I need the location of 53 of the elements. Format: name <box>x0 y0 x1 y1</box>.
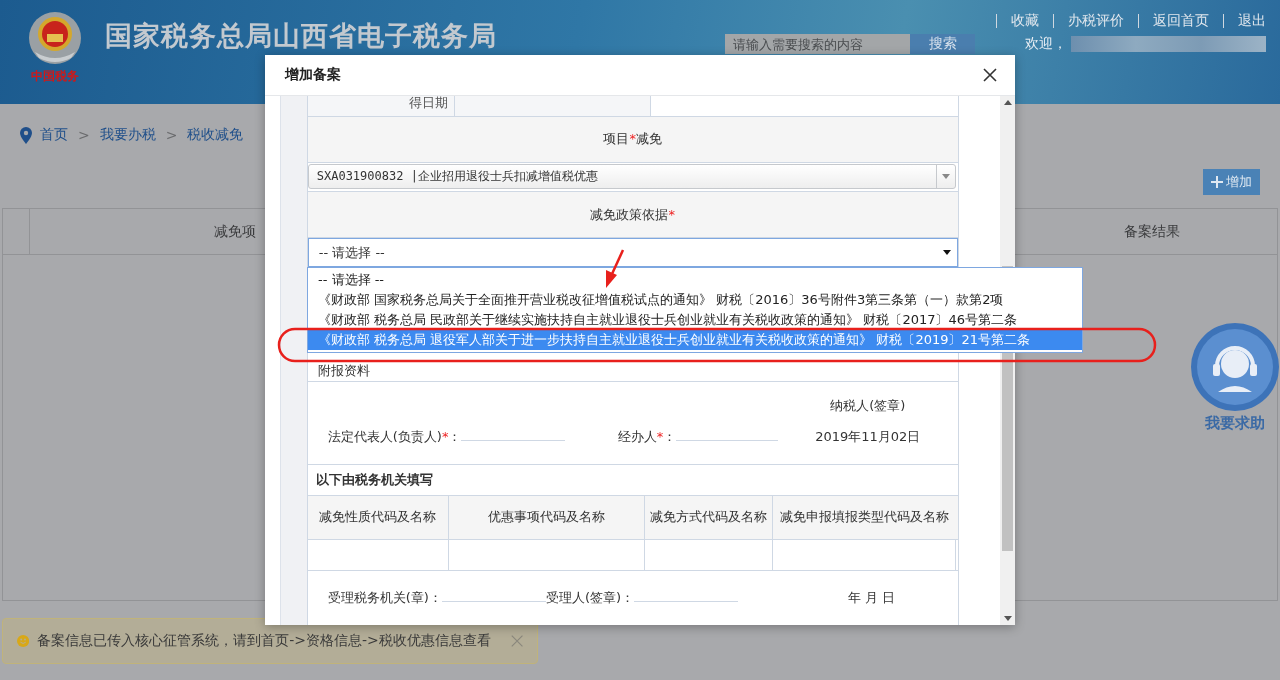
field-label: 附报资料 <box>317 361 370 380</box>
close-button[interactable] <box>981 66 999 84</box>
field-label: 受理税务机关(章)： <box>327 589 442 608</box>
date-text: 2019年11月02日 <box>814 428 922 447</box>
breadcrumb-separator: > <box>78 127 90 143</box>
field-label: 经办人*： <box>617 428 677 447</box>
form-section-header: 项目*减免 <box>307 116 958 163</box>
location-pin-icon <box>20 126 32 144</box>
search-field[interactable]: 请输入需要搜索的内容 <box>725 34 910 54</box>
field-label: 受理人(签章)： <box>545 589 635 608</box>
form-section-header: 减免政策依据* <box>307 192 958 239</box>
section-title: 以下由税务机关填写 <box>315 471 433 489</box>
welcome-text: 欢迎， <box>1025 35 1067 53</box>
column-header: 减免方式代码及名称 <box>644 495 773 539</box>
dialog-title: 增加备案 <box>285 66 341 84</box>
scroll-up-icon[interactable] <box>1003 100 1012 105</box>
header-link[interactable]: 退出 <box>1238 12 1266 30</box>
column-header: 备案结果 <box>1123 222 1181 241</box>
caret-icon <box>942 250 951 256</box>
header-link[interactable]: 收藏 <box>1011 12 1039 30</box>
header-link[interactable]: 返回首页 <box>1153 12 1209 30</box>
caret-icon <box>941 174 950 180</box>
plus-icon <box>1211 176 1223 188</box>
dropdown-option[interactable]: -- 请选择 -- <box>308 270 1082 290</box>
field-label: 得日期 <box>307 96 455 116</box>
date-text: 年 月 日 <box>848 589 896 608</box>
annotation-arrow <box>606 249 625 288</box>
site-title: 国家税务总局山西省电子税务局 <box>105 20 497 52</box>
search-button[interactable]: 搜索 <box>910 34 975 54</box>
breadcrumb-link[interactable]: 税收减免 <box>187 126 244 144</box>
column-header: 减免申报填报类型代码及名称 <box>778 508 950 527</box>
smiley-icon <box>17 633 30 649</box>
emblem-caption: 中国税务 <box>31 68 79 85</box>
seal-label: 纳税人(签章) <box>829 397 907 416</box>
dropdown-option[interactable]: 《财政部 税务总局 民政部关于继续实施扶持自主就业退役士兵创业就业有关税收政策的通知》 财税〔2017〕46号第二条 <box>308 310 1082 330</box>
help-label[interactable]: 我要求助 <box>1205 414 1265 433</box>
headset-agent-icon[interactable] <box>1190 322 1280 412</box>
dropdown-option[interactable]: 《财政部 国家税务总局关于全面推开营业税改征增值税试点的通知》 财税〔2016〕36号附件3第三条第（一）款第2项 <box>308 290 1082 310</box>
column-header: 减免项 <box>213 222 257 241</box>
field-label: 法定代表人(负责人)*： <box>327 428 462 447</box>
toast-message: 备案信息已传入核心征管系统，请到首页->资格信息->税收优惠信息查看 <box>37 632 491 650</box>
emblem-icon <box>27 10 83 66</box>
scroll-down-icon[interactable] <box>1003 616 1012 621</box>
breadcrumb-link[interactable]: 我要办税 <box>99 126 156 144</box>
column-header: 优惠事项代码及名称 <box>448 495 645 539</box>
item-select[interactable]: SXA031900832 |企业招用退役士兵扣减增值税优惠 <box>307 164 956 190</box>
policy-select[interactable]: -- 请选择 -- <box>307 238 958 268</box>
dropdown-option[interactable]: 《财政部 税务总局 退役军人部关于进一步扶持自主就业退役士兵创业就业有关税收政策的通知》 财税〔2019〕21号第二条 <box>308 330 1082 350</box>
breadcrumb-separator: > <box>165 127 178 143</box>
breadcrumb-link[interactable]: 首页 <box>40 126 68 144</box>
column-header: 减免性质代码及名称 <box>307 495 449 539</box>
header-link[interactable]: 办税评价 <box>1068 12 1124 30</box>
add-button[interactable]: 增加 <box>1203 169 1260 195</box>
